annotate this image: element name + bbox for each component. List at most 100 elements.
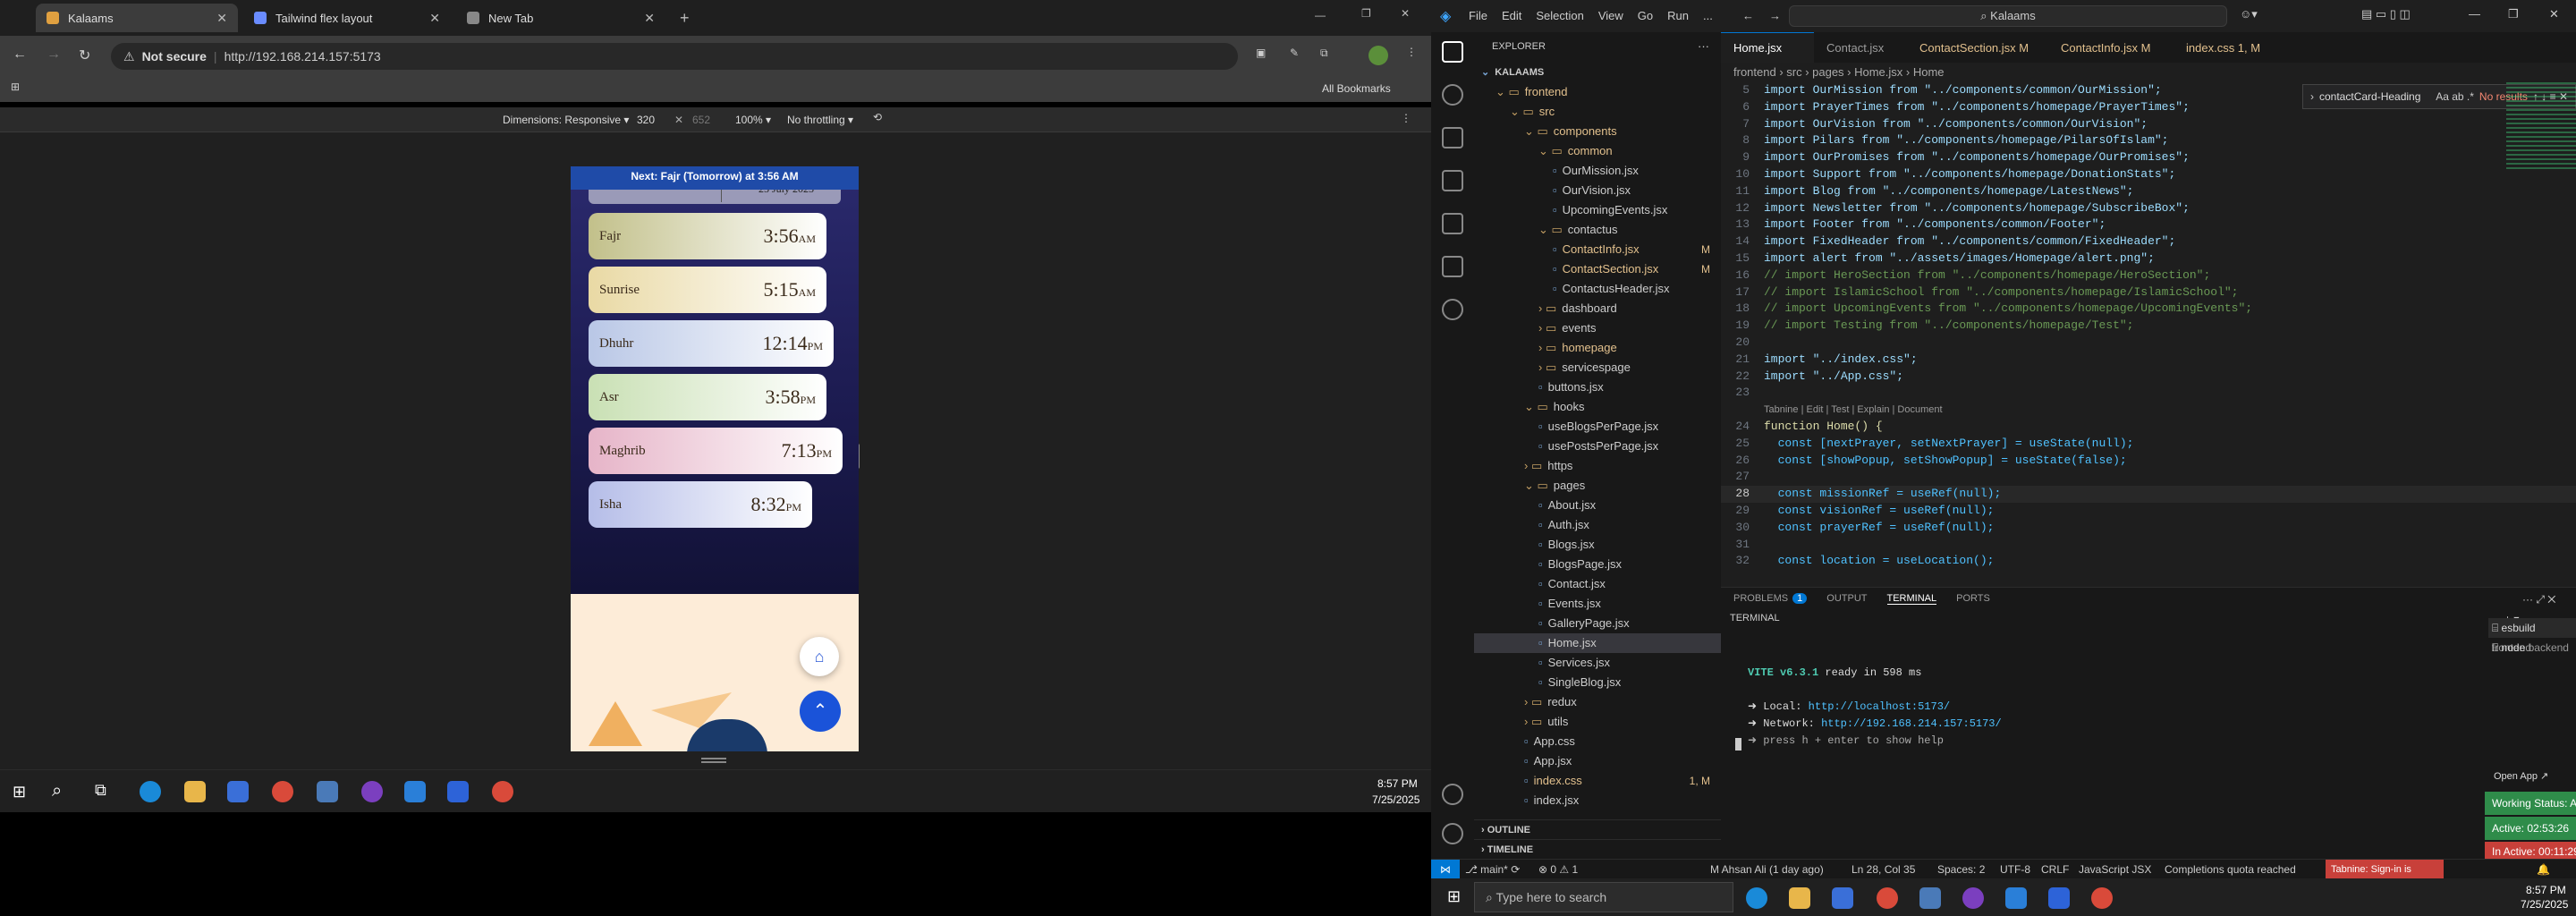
menu-item[interactable]: Run [1667, 9, 1689, 22]
mongo-leaf-icon[interactable] [1442, 299, 1463, 320]
editor-tab[interactable]: index.css 1, M [2174, 32, 2284, 63]
tree-item[interactable]: ▫ App.jsx [1474, 751, 1721, 771]
layout-icon[interactable]: ▤ ▭ ▯ ◫ [2361, 7, 2411, 21]
tree-item[interactable]: ▫ Services.jsx [1474, 653, 1721, 673]
new-tab-icon[interactable]: + [680, 9, 690, 28]
editor-tab[interactable]: ContactInfo.jsx M [2048, 32, 2174, 63]
git-blame-status[interactable]: M Ahsan Ali (1 day ago) [1710, 863, 1824, 876]
vscode-icon[interactable] [2005, 887, 2027, 909]
tree-item[interactable]: ▫ OurMission.jsx [1474, 161, 1721, 181]
scroll-top-button[interactable]: ⌃ [800, 691, 841, 732]
source-control-icon[interactable] [1442, 127, 1463, 148]
expand-replace-icon[interactable]: › [2310, 90, 2314, 103]
tree-item[interactable]: › ▭ events [1474, 318, 1721, 338]
tree-item[interactable]: ▫ OurVision.jsx [1474, 181, 1721, 200]
tree-item[interactable]: ▫ ContactusHeader.jsx [1474, 279, 1721, 299]
close-tab-icon[interactable]: ✕ [429, 11, 440, 26]
problems-status[interactable]: ⊗ 0 ⚠ 1 [1538, 863, 1578, 876]
task-view-icon[interactable]: ⧉ [95, 781, 106, 800]
menu-item[interactable]: View [1598, 9, 1623, 22]
tree-item[interactable]: ▫ buttons.jsx [1474, 377, 1721, 397]
panel-tab[interactable]: PROBLEMS 1 [1733, 593, 1808, 605]
notifications-icon[interactable]: 🔔 [2537, 863, 2550, 876]
puzzle-icon[interactable]: ⧉ [1320, 47, 1328, 60]
terminal-output[interactable]: VITE v6.3.1 ready in 598 ms ➜ Local: htt… [1748, 665, 2002, 750]
prayer-card[interactable]: Fajr 3:56AM [589, 213, 826, 259]
panel-tab[interactable]: OUTPUT [1826, 593, 1867, 605]
minimap[interactable] [2506, 82, 2576, 172]
menu-item[interactable]: Selection [1536, 9, 1583, 22]
editor-tab[interactable]: Contact.jsx [1814, 32, 1907, 63]
store-icon[interactable] [227, 781, 249, 802]
menu-item[interactable]: File [1469, 9, 1487, 22]
tree-item[interactable]: ▫ Events.jsx [1474, 594, 1721, 614]
tree-item[interactable]: › ▭ utils [1474, 712, 1721, 732]
edge-icon[interactable] [140, 781, 161, 802]
code-area[interactable]: 5 import OurMission from "../components/c… [1721, 82, 2576, 570]
encoding-status[interactable]: UTF-8 [2000, 863, 2030, 876]
editor-tab[interactable]: ContactSection.jsx M [1907, 32, 2048, 63]
close-tab-icon[interactable]: ✕ [216, 11, 227, 26]
width-input[interactable]: 320 [637, 114, 655, 126]
browser-tab-tailwind[interactable]: Tailwind flex layout ✕ [243, 4, 451, 32]
tree-item[interactable]: ▫ App.css [1474, 732, 1721, 751]
tree-item[interactable]: ▫ SingleBlog.jsx [1474, 673, 1721, 692]
copilot-quota-status[interactable]: Completions quota reached [2165, 863, 2296, 876]
run-debug-icon[interactable] [1442, 170, 1463, 191]
menu-item[interactable]: Go [1638, 9, 1653, 22]
outline-section[interactable]: › OUTLINE [1474, 819, 1721, 839]
prayer-card[interactable]: Sunrise 5:15AM [589, 267, 826, 313]
bottom-resize-handle[interactable] [701, 758, 726, 763]
profile-avatar[interactable] [1368, 46, 1388, 65]
tree-item[interactable]: ⌄ ▭ hooks [1474, 397, 1721, 417]
search-icon[interactable]: ⌕ [52, 781, 62, 802]
maximize-icon[interactable]: ❐ [2508, 7, 2519, 21]
app-icon[interactable] [317, 781, 338, 802]
edge-icon[interactable] [1746, 887, 1767, 909]
tree-item[interactable]: ▫ usePostsPerPage.jsx [1474, 437, 1721, 456]
chrome-icon[interactable] [1877, 887, 1898, 909]
device-menu-icon[interactable]: ⋮ [1401, 112, 1411, 124]
nav-back-icon[interactable]: ← [1742, 9, 1754, 22]
tree-item[interactable]: ▫ useBlogsPerPage.jsx [1474, 417, 1721, 437]
cursor-position[interactable]: Ln 28, Col 35 [1852, 863, 1915, 876]
height-input[interactable]: 652 [692, 114, 710, 126]
tree-item[interactable]: ⌄ ▭ src [1474, 102, 1721, 122]
mosque-fab[interactable]: ⌂ [800, 637, 839, 676]
tree-item[interactable]: ▫ UpcomingEvents.jsx [1474, 200, 1721, 220]
github-icon[interactable] [1962, 887, 1984, 909]
close-tab-icon[interactable]: ✕ [644, 11, 655, 26]
terminal-item-esbuild[interactable]: ⌸ esbuild frontend [2488, 618, 2576, 654]
nav-forward-icon[interactable]: → [1769, 9, 1781, 22]
account-icon[interactable] [1442, 784, 1463, 805]
indent-status[interactable]: Spaces: 2 [1937, 863, 1985, 876]
tree-item[interactable]: ▫ index.css 1, M [1474, 771, 1721, 791]
menu-kebab-icon[interactable]: ⋮ [1406, 46, 1417, 58]
panel-actions-icon[interactable]: ··· ⤢ ✕ [2522, 593, 2555, 606]
zoom-icon[interactable] [447, 781, 469, 802]
prayer-card[interactable]: Isha 8:32PM [589, 481, 812, 528]
tree-item[interactable]: ⌄ ▭ frontend [1474, 82, 1721, 102]
pen-icon[interactable]: ✎ [1290, 47, 1299, 59]
tree-item[interactable]: ▫ BlogsPage.jsx [1474, 555, 1721, 574]
address-bar[interactable]: ⚠ Not secure | http://192.168.214.157:51… [111, 43, 1238, 70]
chrome-icon-2[interactable] [2091, 887, 2113, 909]
branch-status[interactable]: ⎇ main* ⟳ [1465, 863, 1520, 876]
store-icon[interactable] [1832, 887, 1853, 909]
settings-gear-icon[interactable] [1442, 823, 1463, 844]
rotate-icon[interactable]: ⟲ [873, 111, 882, 123]
tree-item[interactable]: › ▭ redux [1474, 692, 1721, 712]
windows-start-icon[interactable]: ⊞ [13, 783, 26, 802]
tree-item[interactable]: ⌄ KALAAMS [1474, 63, 1721, 82]
tree-item[interactable]: ▫ GalleryPage.jsx [1474, 614, 1721, 633]
back-icon[interactable]: ← [13, 47, 27, 63]
timeline-section[interactable]: › TIMELINE [1474, 839, 1721, 859]
explorer-more-icon[interactable]: ··· [1698, 39, 1709, 53]
menu-item[interactable]: Edit [1502, 9, 1521, 22]
reload-icon[interactable]: ↻ [79, 47, 90, 64]
remote-icon[interactable] [1442, 256, 1463, 277]
close-window-icon[interactable]: ✕ [2549, 7, 2559, 21]
app-icon[interactable] [1919, 887, 1941, 909]
extension-icon[interactable]: ▣ [1256, 47, 1266, 59]
tree-item[interactable]: ▫ Home.jsx [1474, 633, 1721, 653]
